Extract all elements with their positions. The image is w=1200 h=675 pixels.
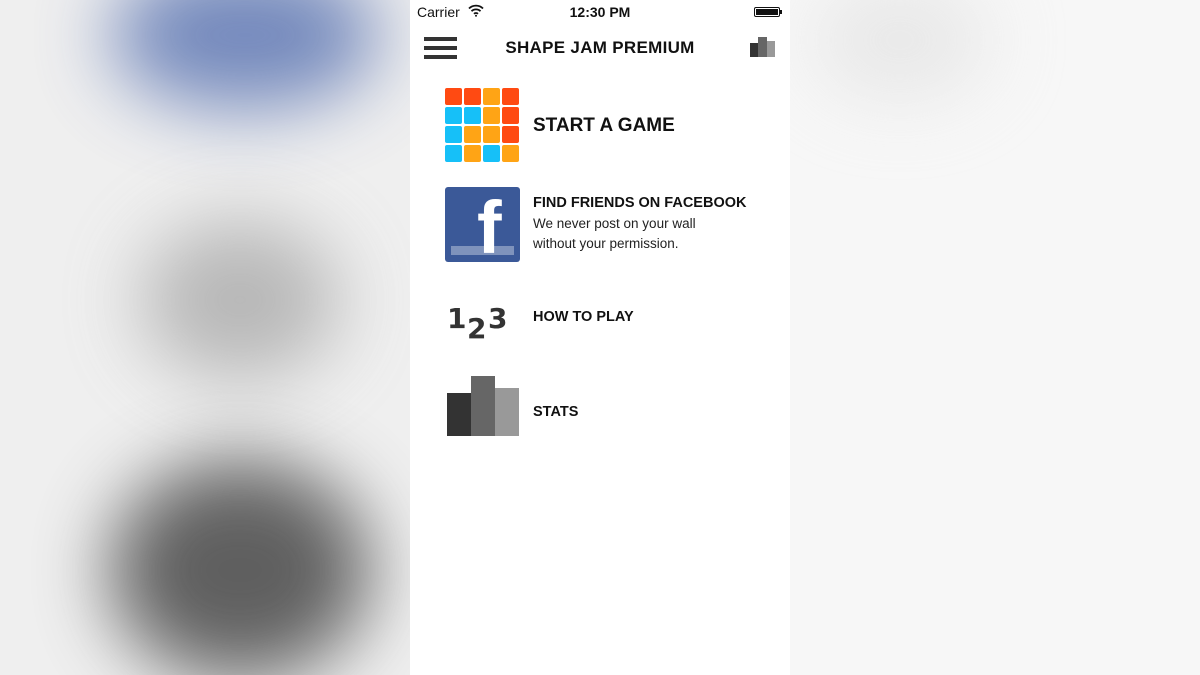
nav-bar: SHAPE JAM PREMIUM [410,26,790,70]
blurred-background-left [0,0,410,675]
start-game-item[interactable]: START A GAME [410,88,790,168]
facebook-icon: f [445,187,520,262]
numbers-123-icon: 1 2 3 [447,300,513,345]
page-title: SHAPE JAM PREMIUM [505,38,695,57]
blurred-background-right [790,0,1200,675]
colored-grid-icon [445,88,521,164]
svg-text:2: 2 [467,312,486,340]
stats-bar-chart-icon[interactable] [750,35,776,57]
facebook-subtitle-line1: We never post on your wall [533,216,696,231]
battery-tip [780,10,782,14]
svg-text:3: 3 [488,302,507,335]
find-friends-facebook-item[interactable]: f FIND FRIENDS ON FACEBOOK We never post… [410,187,790,263]
status-bar: Carrier 12:30 PM [410,0,790,24]
phone-screen: Carrier 12:30 PM SHAPE JAM PREMIUM START… [410,0,790,675]
battery-icon [754,7,780,17]
stats-label: STATS [533,404,579,420]
facebook-subtitle-line2: without your permission. [533,236,679,251]
svg-text:1: 1 [447,302,466,335]
stats-item[interactable]: STATS [410,376,790,438]
bar-chart-icon [447,376,519,441]
facebook-title: FIND FRIENDS ON FACEBOOK [533,195,747,211]
clock: 12:30 PM [569,4,631,20]
start-game-label: START A GAME [533,115,675,136]
how-to-play-label: HOW TO PLAY [533,309,634,325]
how-to-play-item[interactable]: 1 2 3 HOW TO PLAY [410,296,790,345]
